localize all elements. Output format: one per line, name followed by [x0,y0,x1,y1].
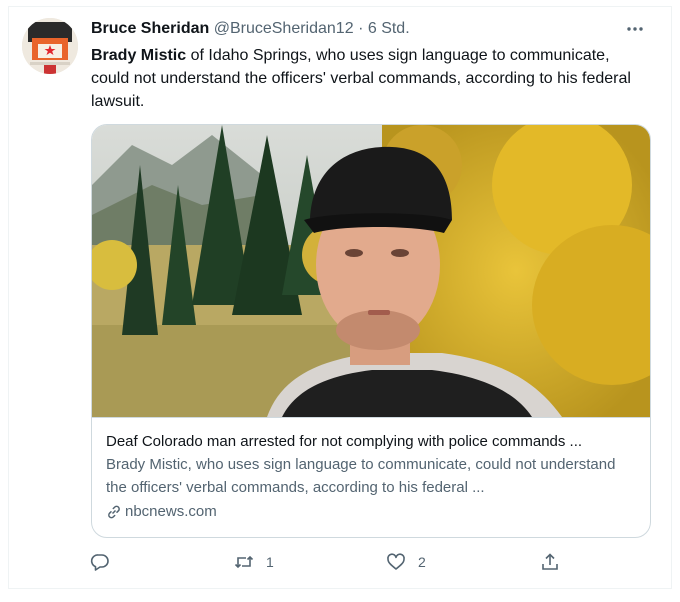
card-divider [92,417,650,418]
author-handle[interactable]: @BruceSheridan12 [214,20,354,37]
card-title[interactable]: Deaf Colorado man arrested for not compl… [106,431,636,453]
author-name[interactable]: Bruce Sheridan [91,20,209,37]
share-button[interactable] [540,548,560,576]
reply-button[interactable] [90,548,122,576]
separator-dot: · [358,20,364,37]
action-bar: 1 2 [88,548,568,576]
reply-icon [90,554,109,571]
card-image[interactable] [92,125,650,417]
tweet-mention: Brady Mistic [91,47,187,64]
like-count: 2 [418,554,426,570]
retweet-count: 1 [266,554,274,570]
more-icon[interactable] [624,18,646,40]
card-domain-text[interactable]: nbcnews.com [125,501,217,523]
tweet-header: Bruce Sheridan @BruceSheridan12 · 6 Std. [91,20,640,42]
card-text[interactable]: Deaf Colorado man arrested for not compl… [106,431,636,523]
link-icon [108,505,120,519]
retweet-icon [234,555,254,569]
like-icon [387,553,405,570]
tweet-timestamp[interactable]: 6 Std. [368,20,410,37]
tweet-text: Brady Mistic of Idaho Springs, who uses … [91,44,651,113]
share-icon [542,553,558,570]
tweet[interactable]: Bruce Sheridan @BruceSheridan12 · 6 Std.… [0,0,680,602]
avatar[interactable] [22,18,78,74]
card-domain[interactable]: nbcnews.com [106,501,636,523]
card-description: Brady Mistic, who uses sign language to … [106,456,616,496]
like-button[interactable]: 2 [386,548,426,576]
link-card[interactable]: Deaf Colorado man arrested for not compl… [91,124,651,538]
retweet-button[interactable]: 1 [234,548,274,576]
